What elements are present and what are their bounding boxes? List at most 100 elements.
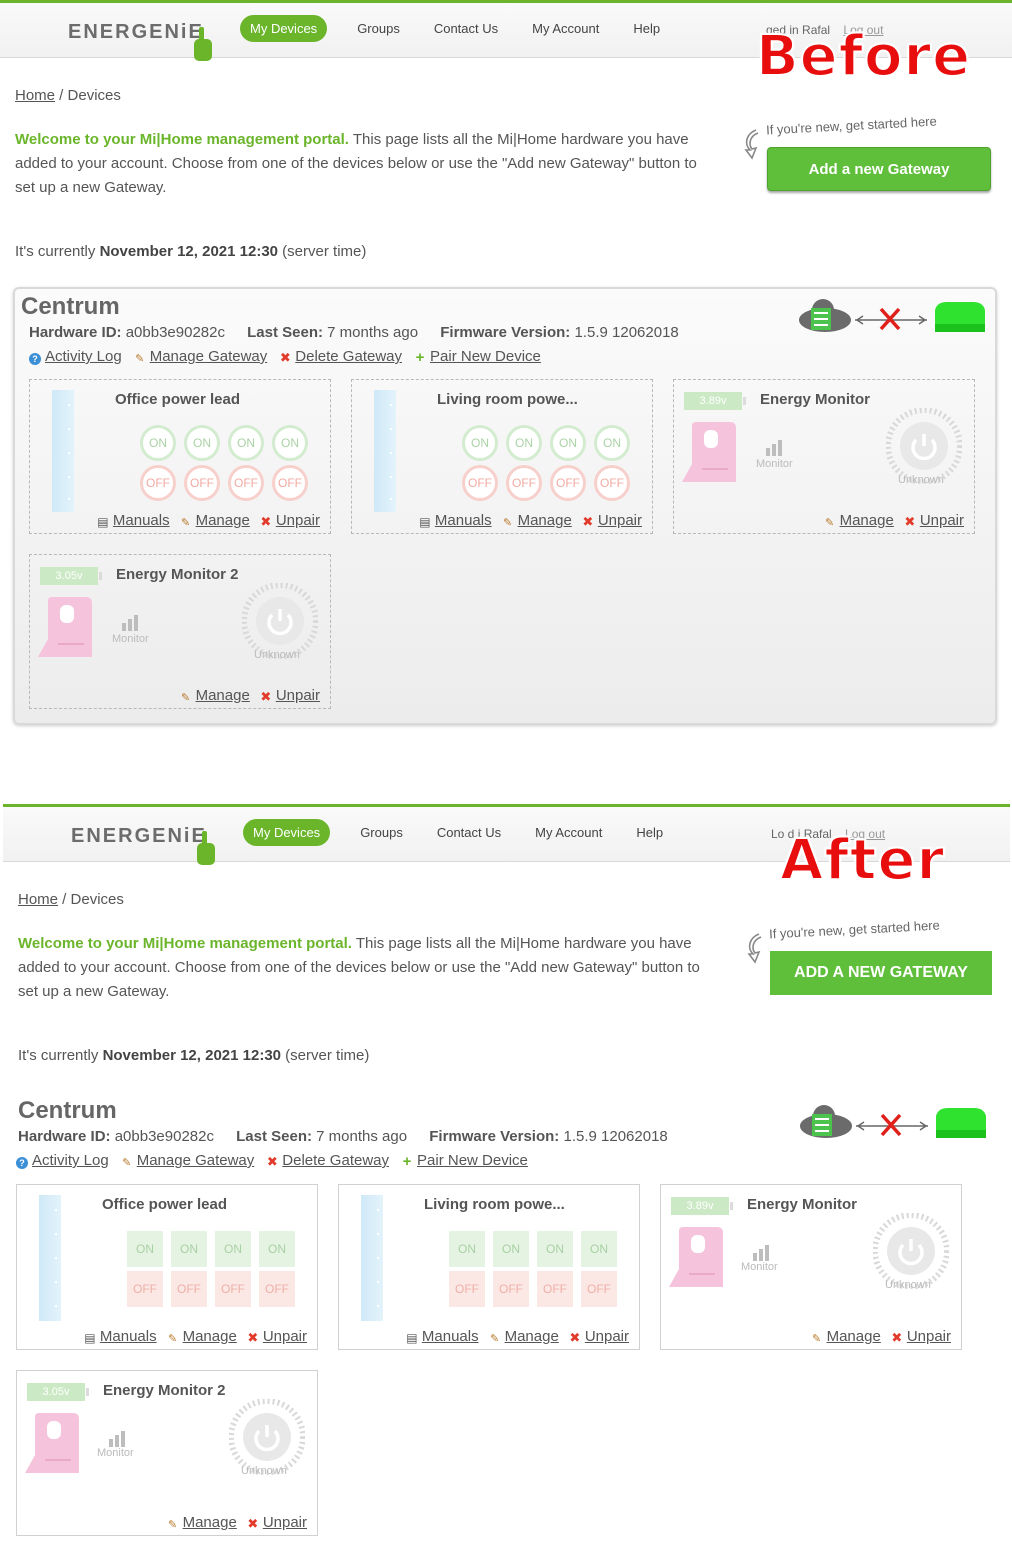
activity-log-link[interactable]: Activity Log bbox=[32, 1152, 109, 1169]
unpair-link[interactable]: Unpair bbox=[920, 512, 964, 529]
battery-icon: 3.89v bbox=[671, 1197, 733, 1215]
delete-gateway-link[interactable]: Delete Gateway bbox=[295, 348, 402, 365]
socket-1-on-button[interactable]: ON bbox=[127, 1231, 163, 1267]
socket-3-on-button[interactable]: ON bbox=[228, 425, 264, 461]
manuals-action: ▤ Manuals bbox=[419, 512, 492, 529]
nav-contact-us[interactable]: Contact Us bbox=[418, 15, 514, 42]
delete-icon: ✖ bbox=[247, 1330, 259, 1345]
socket-3-off-button[interactable]: OFF bbox=[228, 465, 264, 501]
cloud-gateway-icon bbox=[799, 299, 851, 332]
brand-logo[interactable]: ENERGENiE bbox=[71, 825, 207, 848]
manage-action: ✎ Manage bbox=[824, 512, 894, 529]
manage-link[interactable]: Manage bbox=[196, 512, 250, 529]
unpair-link[interactable]: Unpair bbox=[585, 1328, 629, 1345]
manage-link[interactable]: Manage bbox=[518, 512, 572, 529]
delete-gateway-link[interactable]: Delete Gateway bbox=[282, 1152, 389, 1169]
breadcrumb-home[interactable]: Home bbox=[18, 891, 58, 908]
pair-new-device-link[interactable]: Pair New Device bbox=[430, 348, 541, 365]
socket-1-off-button[interactable]: OFF bbox=[140, 465, 176, 501]
socket-4-off-button[interactable]: OFF bbox=[581, 1271, 617, 1307]
add-gateway-button[interactable]: Add a new Gateway bbox=[767, 147, 991, 191]
unpair-link[interactable]: Unpair bbox=[263, 1514, 307, 1531]
nav-my-devices[interactable]: My Devices bbox=[243, 819, 331, 846]
nav-my-account[interactable]: My Account bbox=[519, 819, 618, 846]
socket-3-on-button[interactable]: ON bbox=[215, 1231, 251, 1267]
pair-new-device-link[interactable]: Pair New Device bbox=[417, 1152, 528, 1169]
manage-link[interactable]: Manage bbox=[505, 1328, 559, 1345]
nav-groups[interactable]: Groups bbox=[344, 819, 419, 846]
manuals-link[interactable]: Manuals bbox=[435, 512, 492, 529]
manage-gateway-link[interactable]: Manage Gateway bbox=[137, 1152, 255, 1169]
nav-groups[interactable]: Groups bbox=[341, 15, 416, 42]
socket-1-off-button[interactable]: OFF bbox=[449, 1271, 485, 1307]
socket-switches: ON ON ON ON OFF OFF OFF OFF bbox=[462, 425, 630, 501]
socket-4-off-button[interactable]: OFF bbox=[259, 1271, 295, 1307]
welcome-text: Welcome to your Mi|Home management porta… bbox=[15, 128, 705, 200]
socket-3-off-button[interactable]: OFF bbox=[215, 1271, 251, 1307]
socket-1-on-button[interactable]: ON bbox=[462, 425, 498, 461]
unpair-link[interactable]: Unpair bbox=[598, 512, 642, 529]
manuals-link[interactable]: Manuals bbox=[422, 1328, 479, 1345]
power-dial-icon[interactable] bbox=[873, 1213, 949, 1289]
manage-link[interactable]: Manage bbox=[827, 1328, 881, 1345]
server-time-prefix: It's currently bbox=[18, 1047, 103, 1064]
power-dial-icon[interactable] bbox=[886, 408, 962, 484]
socket-3-on-button[interactable]: ON bbox=[537, 1231, 573, 1267]
pencil-icon: ✎ bbox=[167, 1333, 178, 1345]
socket-3-off-button[interactable]: OFF bbox=[537, 1271, 573, 1307]
socket-2-off-button[interactable]: OFF bbox=[493, 1271, 529, 1307]
socket-2-off-button[interactable]: OFF bbox=[171, 1271, 207, 1307]
socket-4-off-button[interactable]: OFF bbox=[594, 465, 630, 501]
nav-help[interactable]: Help bbox=[620, 819, 679, 846]
socket-2-on-button[interactable]: ON bbox=[171, 1231, 207, 1267]
add-gateway-button[interactable]: Add a new Gateway bbox=[770, 951, 992, 995]
manage-gateway-link[interactable]: Manage Gateway bbox=[150, 348, 268, 365]
socket-4-on-button[interactable]: ON bbox=[259, 1231, 295, 1267]
socket-3-on-button[interactable]: ON bbox=[550, 425, 586, 461]
socket-1-on-button[interactable]: ON bbox=[449, 1231, 485, 1267]
unpair-link[interactable]: Unpair bbox=[276, 687, 320, 704]
socket-2-on-button[interactable]: ON bbox=[184, 425, 220, 461]
manage-link[interactable]: Manage bbox=[183, 1514, 237, 1531]
unpair-link[interactable]: Unpair bbox=[907, 1328, 951, 1345]
manage-link[interactable]: Manage bbox=[840, 512, 894, 529]
manage-action: ✎ Manage bbox=[180, 687, 250, 704]
disconnected-x-icon bbox=[855, 307, 927, 331]
socket-1-off-button[interactable]: OFF bbox=[127, 1271, 163, 1307]
manuals-link[interactable]: Manuals bbox=[100, 1328, 157, 1345]
device-name: Office power lead bbox=[115, 391, 241, 408]
socket-1-off-button[interactable]: OFF bbox=[462, 465, 498, 501]
manuals-link[interactable]: Manuals bbox=[113, 512, 170, 529]
before-label: Before bbox=[755, 23, 972, 90]
nav-contact-us[interactable]: Contact Us bbox=[421, 819, 517, 846]
manage-link[interactable]: Manage bbox=[183, 1328, 237, 1345]
nav-my-account[interactable]: My Account bbox=[516, 15, 615, 42]
socket-1-on-button[interactable]: ON bbox=[140, 425, 176, 461]
socket-3-off-button[interactable]: OFF bbox=[550, 465, 586, 501]
hardware-id-value: a0bb3e90282c bbox=[125, 324, 225, 341]
device-name: Energy Monitor bbox=[760, 391, 871, 408]
socket-2-on-button[interactable]: ON bbox=[493, 1231, 529, 1267]
nav-help[interactable]: Help bbox=[617, 15, 676, 42]
socket-4-on-button[interactable]: ON bbox=[581, 1231, 617, 1267]
server-time-value: November 12, 2021 12:30 bbox=[99, 243, 279, 260]
manage-link[interactable]: Manage bbox=[196, 687, 250, 704]
breadcrumb-home[interactable]: Home bbox=[15, 87, 55, 104]
socket-4-off-button[interactable]: OFF bbox=[272, 465, 308, 501]
socket-2-off-button[interactable]: OFF bbox=[506, 465, 542, 501]
socket-4-on-button[interactable]: ON bbox=[594, 425, 630, 461]
unpair-link[interactable]: Unpair bbox=[263, 1328, 307, 1345]
power-dial-icon[interactable] bbox=[229, 1399, 305, 1475]
socket-2-off-button[interactable]: OFF bbox=[184, 465, 220, 501]
firmware-label: Firmware Version: bbox=[440, 324, 571, 341]
brand-logo[interactable]: ENERGENiE bbox=[68, 21, 204, 44]
activity-log-link[interactable]: Activity Log bbox=[45, 348, 122, 365]
socket-2-on-button[interactable]: ON bbox=[506, 425, 542, 461]
socket-switches: ON ON ON ON OFF OFF OFF OFF bbox=[127, 1231, 295, 1307]
server-time: It's currently November 12, 2021 12:30 (… bbox=[18, 1047, 369, 1064]
nav-my-devices[interactable]: My Devices bbox=[240, 15, 328, 42]
unpair-link[interactable]: Unpair bbox=[276, 512, 320, 529]
battery-icon: 3.89v bbox=[684, 392, 746, 410]
socket-4-on-button[interactable]: ON bbox=[272, 425, 308, 461]
power-dial-icon[interactable] bbox=[242, 583, 318, 659]
